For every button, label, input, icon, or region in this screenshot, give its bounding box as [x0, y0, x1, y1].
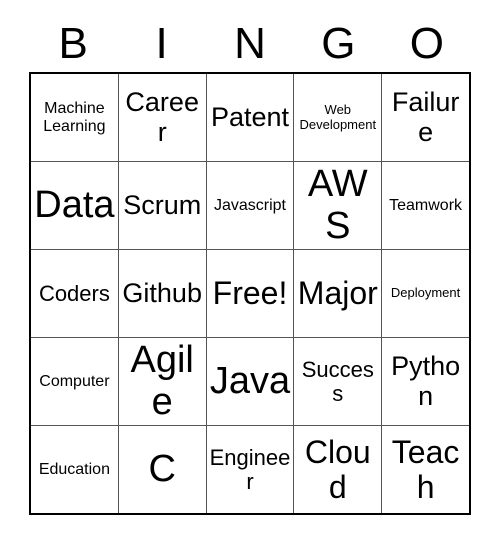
bingo-card: B I N G O Machine Learning Career Patent… [0, 0, 500, 544]
bingo-cell[interactable]: Career [117, 74, 206, 161]
bingo-cell[interactable]: Failure [381, 74, 469, 161]
bingo-cell[interactable]: Engineer [205, 426, 294, 513]
bingo-cell-free-space[interactable]: Free! [205, 250, 294, 337]
bingo-cell[interactable]: Teach [381, 426, 469, 513]
bingo-cell[interactable]: Javascript [205, 162, 294, 249]
bingo-cell[interactable]: AWS [293, 162, 381, 249]
bingo-cell[interactable]: Data [31, 162, 118, 249]
bingo-grid: Machine Learning Career Patent Web Devel… [29, 72, 471, 515]
bingo-cell[interactable]: Web Development [293, 74, 381, 161]
bingo-cell[interactable]: Success [293, 338, 381, 425]
bingo-cell[interactable]: Java [205, 338, 294, 425]
bingo-cell[interactable]: Coders [31, 250, 118, 337]
bingo-cell[interactable]: Deployment [381, 250, 469, 337]
bingo-cell[interactable]: Scrum [117, 162, 206, 249]
bingo-cell[interactable]: Education [31, 426, 118, 513]
bingo-header-letter-o: O [409, 19, 444, 68]
bingo-header-letter-b: B [58, 19, 88, 68]
bingo-header-letter-i: I [155, 19, 168, 68]
bingo-cell[interactable]: C [117, 426, 206, 513]
bingo-row: Data Scrum Javascript AWS Teamwork [31, 161, 469, 249]
bingo-header-letter-n: N [234, 19, 266, 68]
bingo-cell[interactable]: Github [117, 250, 206, 337]
bingo-row: Education C Engineer Cloud Teach [31, 425, 469, 513]
bingo-cell[interactable]: Computer [31, 338, 118, 425]
bingo-cell[interactable]: Cloud [293, 426, 381, 513]
bingo-cell[interactable]: Patent [205, 74, 294, 161]
bingo-cell[interactable]: Teamwork [381, 162, 469, 249]
bingo-cell[interactable]: Agile [117, 338, 206, 425]
bingo-cell[interactable]: Python [381, 338, 469, 425]
bingo-header-letter-g: G [321, 19, 356, 68]
bingo-row: Machine Learning Career Patent Web Devel… [31, 74, 469, 161]
bingo-cell[interactable]: Major [293, 250, 381, 337]
bingo-cell[interactable]: Machine Learning [31, 74, 118, 161]
bingo-header-row: B I N G O [29, 16, 471, 72]
bingo-row: Computer Agile Java Success Python [31, 337, 469, 425]
bingo-row: Coders Github Free! Major Deployment [31, 249, 469, 337]
